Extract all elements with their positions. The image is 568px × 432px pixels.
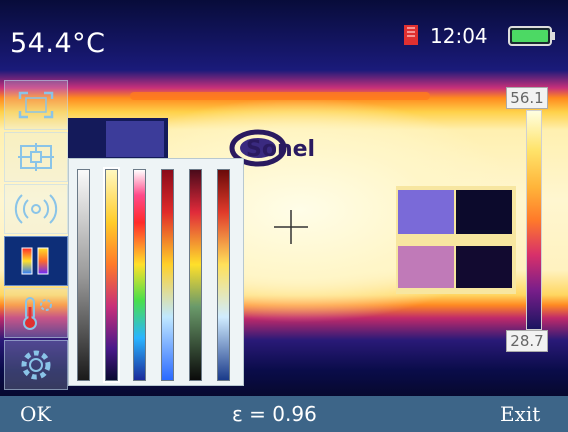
battery-icon [508,26,556,46]
palette-icon [21,247,49,275]
gear-icon [21,350,51,380]
thermal-cold-block [106,121,164,157]
thermal-camera-screen: Sonel 54.4°C 12:04 56.1 28.7 OK ε = 0.96… [0,0,568,432]
side-menu [4,80,68,392]
thermal-cold-area [68,118,168,160]
palette-option-rainbow[interactable] [133,169,146,381]
temperature-scale-bar [526,110,542,330]
thermometer-settings-icon [23,297,52,330]
ok-button[interactable]: OK [20,402,51,426]
sd-card-icon [404,25,418,45]
palette-option-red-black[interactable] [189,169,202,381]
palette-selector [68,158,244,386]
vent-1 [398,190,454,234]
emissivity-button[interactable] [4,184,68,234]
logo-text: Sonel [246,137,315,162]
bottom-bar: OK ε = 0.96 Exit [0,396,568,432]
palette-option-iron[interactable] [103,167,120,383]
palette-option-grayscale[interactable] [77,169,90,381]
sonel-logo: Sonel [228,126,368,170]
clock: 12:04 [430,24,488,48]
measured-temperature: 54.4°C [10,28,106,59]
palette-option-red-yellow-blue[interactable] [161,169,174,381]
settings-button[interactable] [4,340,68,390]
scale-max-label: 56.1 [506,87,548,109]
point-measurement-button[interactable] [4,132,68,182]
vent-2 [456,190,512,234]
exit-button[interactable]: Exit [500,402,540,426]
emissivity-value: ε = 0.96 [232,402,317,426]
palette-option-white-hot[interactable] [217,169,230,381]
point-measurement-icon [18,143,54,171]
thermal-hot-edge [130,92,430,100]
emissivity-wave-icon [14,194,58,224]
measurement-area-button[interactable] [4,80,68,130]
temperature-settings-button[interactable] [4,288,68,338]
scale-min-label: 28.7 [506,330,548,352]
measurement-area-icon [18,91,54,119]
vent-3 [398,246,454,288]
vent-4 [456,246,512,288]
palette-button[interactable] [4,236,68,286]
thermal-vents [396,186,516,294]
crosshair-icon [274,210,308,244]
